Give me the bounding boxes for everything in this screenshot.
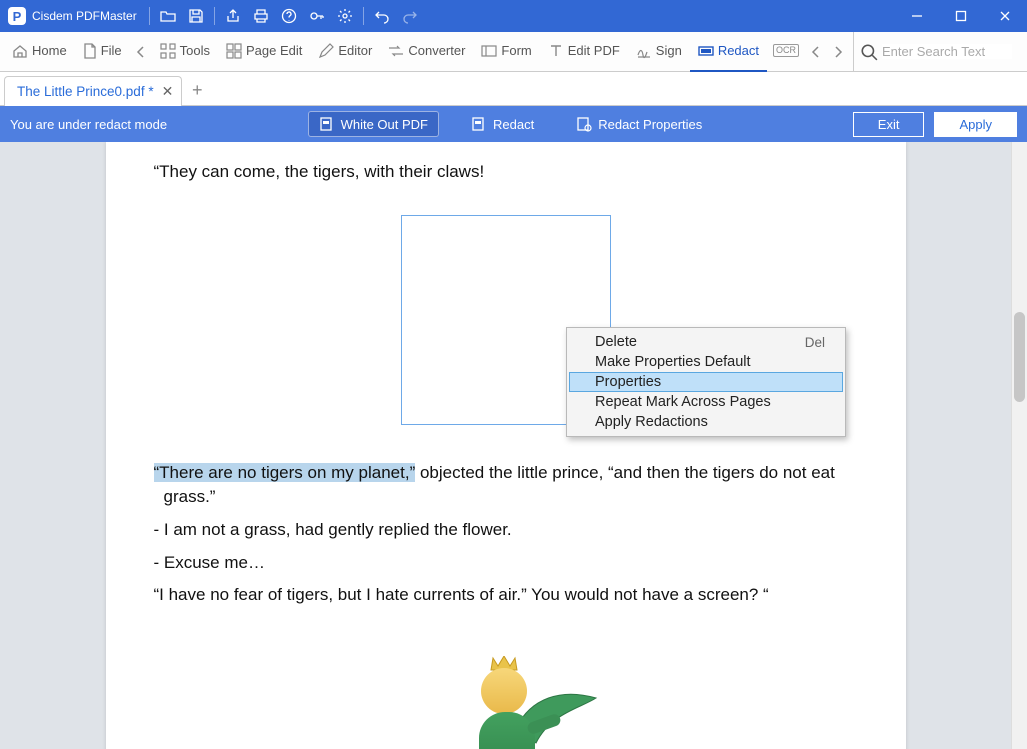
window-maximize-button[interactable] (939, 0, 983, 32)
tool-home-label: Home (32, 43, 67, 58)
ctx-apply-redactions[interactable]: Apply Redactions (569, 412, 843, 432)
ocr-label: OCR (773, 44, 799, 57)
ctx-apply-redactions-label: Apply Redactions (595, 414, 708, 430)
app-logo-icon: P (8, 7, 26, 25)
tool-form-label: Form (501, 43, 531, 58)
save-icon[interactable] (182, 0, 210, 32)
tool-edit-pdf[interactable]: Edit PDF (540, 32, 628, 72)
document-tab-row: The Little Prince0.pdf * ✕ + (0, 72, 1027, 106)
ctx-delete[interactable]: Delete Del (569, 332, 843, 352)
tool-redact[interactable]: Redact (690, 32, 767, 72)
document-illustration (401, 638, 611, 749)
app-title: Cisdem PDFMaster (32, 9, 145, 23)
exit-button[interactable]: Exit (853, 112, 925, 137)
tool-redact-label: Redact (718, 43, 759, 58)
search-icon (860, 43, 878, 61)
window-minimize-button[interactable] (895, 0, 939, 32)
search-wrap (853, 32, 1012, 72)
tool-editor-label: Editor (338, 43, 372, 58)
apply-button[interactable]: Apply (934, 112, 1017, 137)
document-tab-title: The Little Prince0.pdf * (17, 84, 154, 99)
toolbar-scroll-left-inner[interactable] (805, 32, 827, 72)
redo-icon[interactable] (396, 0, 424, 32)
redact-mode-bar: You are under redact mode White Out PDF … (0, 106, 1027, 142)
tool-converter-label: Converter (408, 43, 465, 58)
document-tab[interactable]: The Little Prince0.pdf * ✕ (4, 76, 182, 106)
tool-page-edit-label: Page Edit (246, 43, 302, 58)
redact-label: Redact (493, 117, 534, 132)
redact-highlight[interactable]: “There are no tigers on my planet,” (154, 463, 416, 482)
tool-sign[interactable]: Sign (628, 32, 690, 72)
redact-button[interactable]: Redact (461, 112, 544, 136)
doc-paragraph: - Excuse me… (154, 551, 858, 576)
document-page: “They can come, the tigers, with their c… (106, 142, 906, 749)
redact-properties-label: Redact Properties (598, 117, 702, 132)
titlebar-separator (149, 7, 150, 25)
tool-sign-label: Sign (656, 43, 682, 58)
doc-paragraph: “They can come, the tigers, with their c… (154, 160, 858, 185)
tool-form[interactable]: Form (473, 32, 539, 72)
window-close-button[interactable] (983, 0, 1027, 32)
doc-paragraph: - I am not a grass, had gently replied t… (154, 518, 858, 543)
ctx-repeat-mark-label: Repeat Mark Across Pages (595, 394, 771, 410)
tool-tools[interactable]: Tools (152, 32, 218, 72)
share-icon[interactable] (219, 0, 247, 32)
whiteout-pdf-label: White Out PDF (341, 117, 428, 132)
tool-file-label: File (101, 43, 122, 58)
key-icon[interactable] (303, 0, 331, 32)
doc-paragraph: “I have no fear of tigers, but I hate cu… (154, 583, 858, 608)
open-file-icon[interactable] (154, 0, 182, 32)
doc-paragraph: “There are no tigers on my planet,” obje… (154, 461, 858, 510)
page-viewport[interactable]: “They can come, the tigers, with their c… (0, 142, 1011, 749)
ctx-properties-label: Properties (595, 374, 661, 390)
titlebar-separator (363, 7, 364, 25)
vertical-scrollbar[interactable] (1011, 142, 1027, 749)
scrollbar-thumb[interactable] (1014, 312, 1025, 402)
ctx-delete-label: Delete (595, 334, 637, 350)
ctx-delete-shortcut: Del (805, 335, 825, 350)
context-menu: Delete Del Make Properties Default Prope… (566, 327, 846, 437)
help-icon[interactable] (275, 0, 303, 32)
tool-file[interactable]: File (75, 32, 130, 72)
tab-close-icon[interactable]: ✕ (162, 83, 174, 100)
settings-icon[interactable] (331, 0, 359, 32)
tool-page-edit[interactable]: Page Edit (218, 32, 310, 72)
tool-tools-label: Tools (180, 43, 210, 58)
toolbar-scroll-right[interactable] (827, 32, 849, 72)
titlebar-separator (214, 7, 215, 25)
main-toolbar: Home File Tools Page Edit Editor Convert… (0, 32, 1027, 72)
add-tab-button[interactable]: + (182, 75, 212, 105)
tool-editor[interactable]: Editor (310, 32, 380, 72)
redact-mode-status: You are under redact mode (10, 117, 167, 132)
tool-ocr[interactable]: OCR (767, 32, 805, 72)
tool-home[interactable]: Home (4, 32, 75, 72)
titlebar: P Cisdem PDFMaster (0, 0, 1027, 32)
redact-properties-button[interactable]: Redact Properties (566, 112, 712, 136)
print-icon[interactable] (247, 0, 275, 32)
ctx-make-default-label: Make Properties Default (595, 354, 751, 370)
workspace: “They can come, the tigers, with their c… (0, 142, 1027, 749)
undo-icon[interactable] (368, 0, 396, 32)
tool-edit-pdf-label: Edit PDF (568, 43, 620, 58)
ctx-make-default[interactable]: Make Properties Default (569, 352, 843, 372)
tool-converter[interactable]: Converter (380, 32, 473, 72)
toolbar-scroll-left[interactable] (130, 32, 152, 72)
ctx-properties[interactable]: Properties (569, 372, 843, 392)
whiteout-pdf-button[interactable]: White Out PDF (308, 111, 439, 137)
ctx-repeat-mark[interactable]: Repeat Mark Across Pages (569, 392, 843, 412)
search-input[interactable] (882, 44, 1012, 59)
